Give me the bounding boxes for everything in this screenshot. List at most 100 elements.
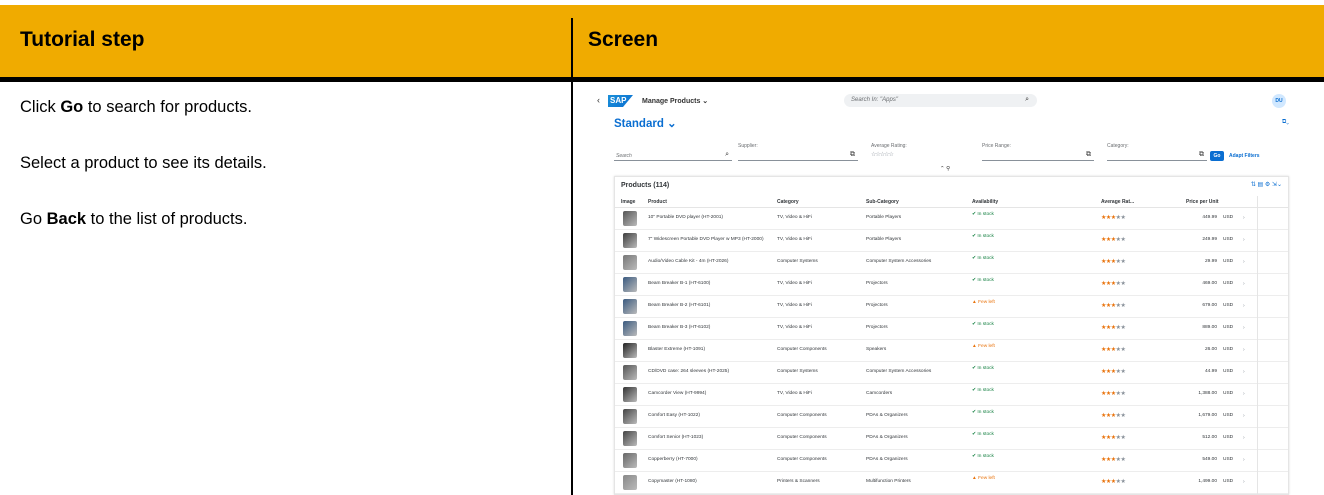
availability-status: ✔ In stock (972, 322, 994, 327)
check-icon: ✔ (972, 234, 977, 239)
search-input[interactable]: Search ⌕ (614, 150, 732, 161)
table-row[interactable]: 10" Portable DVD player (HT-2001) TV, Vid… (615, 208, 1288, 230)
product-image (623, 409, 637, 424)
product-category: TV, Video & HiFi (777, 237, 812, 242)
table-row[interactable]: Audio/Video Cable Kit - 4m (HT-2026) Comp… (615, 252, 1288, 274)
product-category: TV, Video & HiFi (777, 391, 812, 396)
share-icon[interactable]: ⧉⌄ (1282, 119, 1289, 126)
availability-status: ✔ In stock (972, 278, 994, 283)
value-help-icon[interactable]: ⧉ (1199, 151, 1204, 159)
price-currency: USD (1223, 237, 1234, 242)
chevron-right-icon[interactable]: › (1243, 347, 1245, 353)
header-rule (0, 77, 1324, 82)
rating-stars: ★★★★★ (1101, 369, 1126, 375)
chevron-right-icon[interactable]: › (1243, 281, 1245, 287)
product-subcategory: PDAs & Organizers (866, 435, 908, 440)
product-category: TV, Video & HiFi (777, 281, 812, 286)
rating-label: Average Rating: (871, 143, 907, 149)
rating-stars: ★★★★★ (1101, 237, 1126, 243)
adapt-filters-button[interactable]: Adapt Filters (1229, 153, 1260, 159)
availability-status: ✔ In stock (972, 388, 994, 393)
col-product[interactable]: Product (648, 199, 667, 205)
search-icon[interactable]: ⌕ (1025, 96, 1029, 104)
product-category: TV, Video & HiFi (777, 325, 812, 330)
price-range-field[interactable]: ⧉ (982, 150, 1094, 161)
availability-status: ▲ Few left (972, 344, 995, 349)
app-title[interactable]: Manage Products ⌄ (642, 97, 708, 105)
shell-bar: ‹ SAP Manage Products ⌄ Search In: "Apps… (592, 90, 1298, 112)
chevron-right-icon[interactable]: › (1243, 215, 1245, 221)
availability-status: ✔ In stock (972, 454, 994, 459)
check-icon: ✔ (972, 212, 977, 217)
table-row[interactable]: Copymaster (HT-1080) Printers & Scanners M… (615, 472, 1288, 494)
table-row[interactable]: Beam Breaker B-2 (HT-6101) TV, Video & Hi… (615, 296, 1288, 318)
table-title: Products (114) (621, 182, 670, 189)
product-image (623, 211, 637, 226)
product-price: 549.00 (1202, 457, 1217, 462)
supplier-field[interactable]: ⧉ (738, 150, 858, 161)
product-subcategory: Portable Players (866, 215, 902, 220)
table-toolbar[interactable]: ⇅ ▤ ⚙ ⇲⌄ (1251, 181, 1282, 188)
value-help-icon[interactable]: ⧉ (1086, 151, 1091, 159)
value-help-icon[interactable]: ⧉ (850, 151, 855, 159)
table-row[interactable]: Beam Breaker B-1 (HT-6100) TV, Video & Hi… (615, 274, 1288, 296)
app-screenshot: ‹ SAP Manage Products ⌄ Search In: "Apps… (592, 90, 1298, 495)
product-image (623, 365, 637, 380)
rating-stars: ★★★★★ (1101, 259, 1126, 265)
products-table: Products (114) ⇅ ▤ ⚙ ⇲⌄ Image Product Ca… (614, 176, 1289, 495)
col-availability[interactable]: Availability (972, 199, 998, 205)
col-subcategory[interactable]: Sub-Category (866, 199, 899, 205)
product-category: Computer Systems (777, 369, 818, 374)
check-icon: ✔ (972, 256, 977, 261)
product-name: 10" Portable DVD player (HT-2001) (648, 215, 724, 220)
product-category: Printers & Scanners (777, 479, 820, 484)
chevron-right-icon[interactable]: › (1243, 435, 1245, 441)
rating-stars: ★★★★★ (1101, 281, 1126, 287)
availability-status: ▲ Few left (972, 476, 995, 481)
chevron-right-icon[interactable]: › (1243, 391, 1245, 397)
product-image (623, 475, 637, 490)
shell-search-input[interactable]: Search In: "Apps" ⌕ (844, 94, 1037, 107)
availability-status: ▲ Few left (972, 300, 995, 305)
search-icon[interactable]: ⌕ (725, 151, 729, 159)
chevron-right-icon[interactable]: › (1243, 369, 1245, 375)
product-subcategory: Projectors (866, 281, 888, 286)
sap-logo: SAP (608, 95, 633, 107)
rating-stars: ★★★★★ (1101, 457, 1126, 463)
col-category[interactable]: Category (777, 199, 799, 205)
chevron-right-icon[interactable]: › (1243, 259, 1245, 265)
table-row[interactable]: Blaster Extreme (HT-1091) Computer Compon… (615, 340, 1288, 362)
col-price[interactable]: Price per Unit (1186, 199, 1219, 205)
chevron-right-icon[interactable]: › (1243, 457, 1245, 463)
chevron-right-icon[interactable]: › (1243, 479, 1245, 485)
table-row[interactable]: Comfort Easy (HT-1022) Computer Component… (615, 406, 1288, 428)
price-currency: USD (1223, 259, 1234, 264)
avatar[interactable]: DU (1272, 94, 1286, 108)
table-row[interactable]: Camcorder View (HT-9994) TV, Video & HiFi… (615, 384, 1288, 406)
check-icon: ✔ (972, 454, 977, 459)
price-currency: USD (1223, 479, 1234, 484)
category-field[interactable]: ⧉ (1107, 150, 1207, 161)
rating-filter[interactable]: ☆☆☆☆☆ (871, 151, 894, 158)
check-icon: ✔ (972, 388, 977, 393)
table-row[interactable]: Beam Breaker B-3 (HT-6102) TV, Video & Hi… (615, 318, 1288, 340)
col-rating[interactable]: Average Rat... (1101, 199, 1134, 205)
back-icon[interactable]: ‹ (597, 95, 600, 105)
chevron-right-icon[interactable]: › (1243, 237, 1245, 243)
table-row[interactable]: Comfort Senior (HT-1023) Computer Compone… (615, 428, 1288, 450)
check-icon: ✔ (972, 410, 977, 415)
price-currency: USD (1223, 325, 1234, 330)
chevron-right-icon[interactable]: › (1243, 413, 1245, 419)
chevron-right-icon[interactable]: › (1243, 303, 1245, 309)
table-row[interactable]: Copperberry (HT-7000) Computer Components… (615, 450, 1288, 472)
table-row[interactable]: 7" Widescreen Portable DVD Player w MP3 … (615, 230, 1288, 252)
rating-stars: ★★★★★ (1101, 303, 1126, 309)
product-price: 26.00 (1204, 347, 1217, 352)
product-name: Copperberry (HT-7000) (648, 457, 698, 462)
chevron-right-icon[interactable]: › (1243, 325, 1245, 331)
go-button[interactable]: Go (1210, 151, 1224, 161)
table-row[interactable]: CD/DVD case: 264 sleeves (HT-2025) Comput… (615, 362, 1288, 384)
product-category: Computer Components (777, 457, 827, 462)
collapse-header-icon[interactable]: ⌃ ⚲ (940, 166, 950, 172)
variant-selector[interactable]: Standard ⌄ (614, 116, 677, 130)
